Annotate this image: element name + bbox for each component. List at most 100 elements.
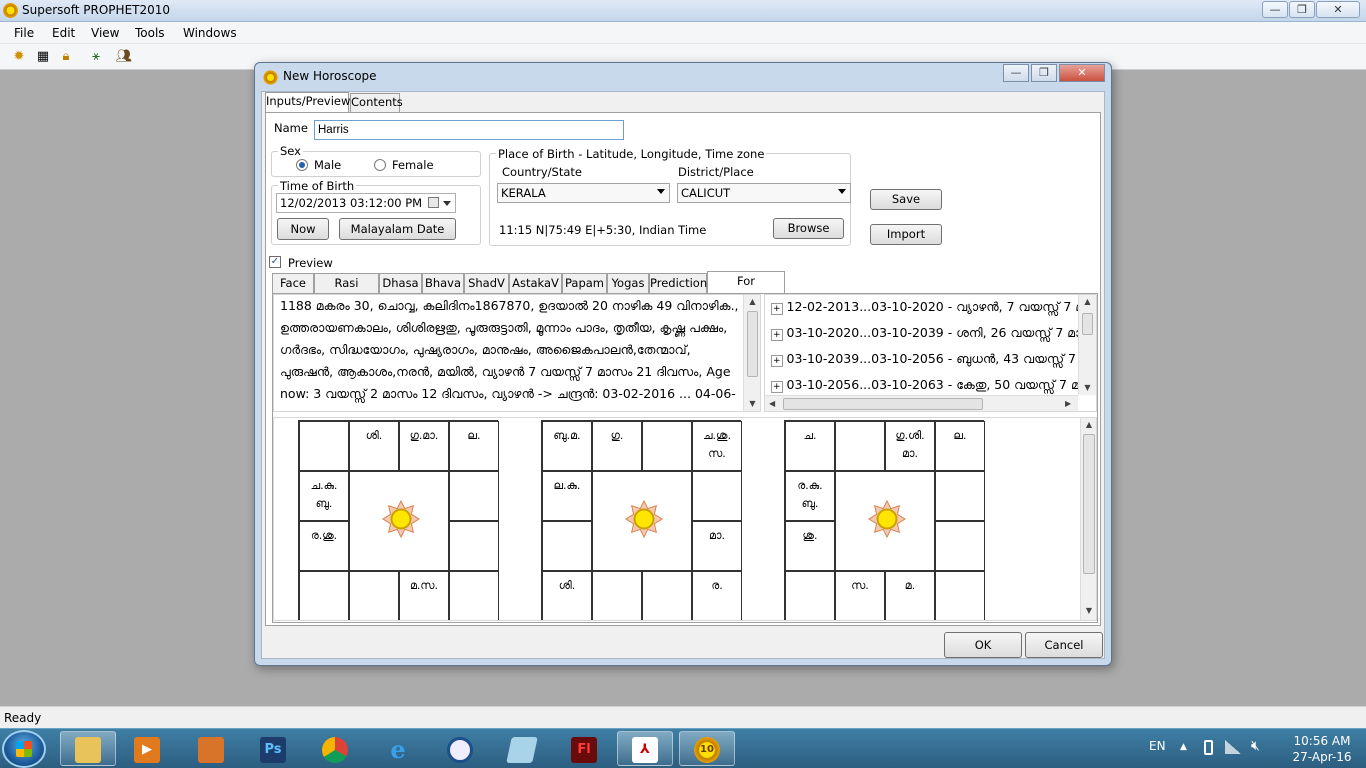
menu-view[interactable]: View xyxy=(91,26,119,40)
import-button[interactable]: Import xyxy=(870,224,942,245)
menu-tools[interactable]: Tools xyxy=(135,26,165,40)
scroll-thumb[interactable] xyxy=(783,398,983,410)
tab-bhava[interactable]: Bhava xyxy=(422,273,464,293)
statusbar: Ready xyxy=(0,706,1366,728)
tab-shadv[interactable]: ShadV xyxy=(464,273,509,293)
users-icon[interactable]: 👥︎ xyxy=(115,48,133,66)
tree-item[interactable]: +03-10-2020...03-10-2039 - ശനി, 26 വയസ്സ… xyxy=(771,321,1096,347)
chevron-down-icon[interactable] xyxy=(443,201,451,206)
ok-button[interactable]: OK xyxy=(944,632,1022,658)
scroll-right-icon[interactable]: ▶ xyxy=(1065,399,1071,408)
taskbar-stopwatch[interactable] xyxy=(432,731,488,766)
preview-tabbar: Face Rasi Charts Dhasa Bhava ShadV Astak… xyxy=(272,271,1098,308)
male-radio[interactable] xyxy=(296,159,308,171)
details-scrollbar[interactable]: ▲ ▼ xyxy=(743,295,760,411)
chart-house-r1c3 xyxy=(449,471,499,521)
charts-scrollbar[interactable]: ▲ ▼ xyxy=(1080,418,1096,620)
dialog-close-button[interactable]: ✕ xyxy=(1059,64,1105,82)
compass-icon[interactable]: ⚹ xyxy=(87,48,105,66)
taskbar-image-viewer[interactable] xyxy=(183,731,239,766)
tab-astakav[interactable]: AstakaV xyxy=(509,273,562,293)
name-label: Name xyxy=(274,121,308,135)
menu-windows[interactable]: Windows xyxy=(183,26,237,40)
birth-datetime-picker[interactable]: 12/02/2013 03:12:00 PM xyxy=(276,193,456,213)
tab-rasi-charts[interactable]: Rasi Charts xyxy=(314,273,379,308)
taskbar-clock[interactable]: 10:56 AM 27-Apr-16 xyxy=(1282,733,1362,765)
name-input[interactable] xyxy=(314,120,624,140)
dasa-hscroll[interactable]: ◀ ▶ xyxy=(765,395,1078,411)
dasa-tree[interactable]: +12-02-2013...03-10-2020 - വ്യാഴൻ, 7 വയസ… xyxy=(764,294,1097,412)
battery-icon[interactable] xyxy=(1204,740,1213,755)
scroll-up-icon[interactable]: ▲ xyxy=(1081,420,1096,429)
grid-icon[interactable]: ▦ xyxy=(34,48,52,66)
chart-house-r3c3 xyxy=(449,571,499,620)
tab-yogas[interactable]: Yogas xyxy=(607,273,649,293)
tab-papam[interactable]: Papam xyxy=(562,273,607,293)
district-select[interactable]: CALICUT xyxy=(677,183,851,203)
taskbar-prophet[interactable]: 10 xyxy=(679,731,735,766)
taskbar-flash[interactable]: Fl xyxy=(556,731,612,766)
tree-item[interactable]: +12-02-2013...03-10-2020 - വ്യാഴൻ, 7 വയസ… xyxy=(771,295,1096,321)
tab-prediction[interactable]: Prediction xyxy=(649,273,707,293)
menu-edit[interactable]: Edit xyxy=(52,26,75,40)
tab-contents[interactable]: Contents xyxy=(350,93,403,112)
chart-house-r0c2: ഗു.ശി. മാ. xyxy=(885,421,935,471)
scroll-down-icon[interactable]: ▼ xyxy=(1079,383,1096,392)
dialog-minimize-button[interactable]: — xyxy=(1003,64,1029,82)
malayalam-date-button[interactable]: Malayalam Date xyxy=(339,218,456,240)
scroll-left-icon[interactable]: ◀ xyxy=(769,399,775,408)
tree-item[interactable]: +03-10-2039...03-10-2056 - ബുധൻ, 43 വയസ്… xyxy=(771,347,1096,373)
start-button[interactable] xyxy=(2,730,46,768)
network-icon[interactable] xyxy=(1225,740,1241,754)
taskbar-notebook[interactable] xyxy=(494,731,550,766)
notebook-icon xyxy=(506,737,538,763)
dialog-maximize-button[interactable]: ❐ xyxy=(1031,64,1057,82)
taskbar-internet-explorer[interactable]: e xyxy=(370,731,426,766)
taskbar-media-player[interactable]: ▶ xyxy=(119,731,175,766)
preview-checkbox[interactable]: ✓ xyxy=(269,256,281,268)
prophet-icon: 10 xyxy=(694,737,720,763)
scroll-up-icon[interactable]: ▲ xyxy=(744,297,760,306)
expand-icon[interactable]: + xyxy=(771,355,783,367)
scroll-thumb[interactable] xyxy=(1083,434,1095,574)
folder-icon xyxy=(75,737,101,763)
browse-button[interactable]: Browse xyxy=(773,218,844,239)
tab-for-astrologer[interactable]: For Astrologer xyxy=(707,271,785,306)
save-button[interactable]: Save xyxy=(870,189,942,210)
scroll-down-icon[interactable]: ▼ xyxy=(1081,606,1096,615)
taskbar-chrome[interactable] xyxy=(307,731,363,766)
expand-icon[interactable]: + xyxy=(771,329,783,341)
taskbar-acrobat[interactable]: ⅄ xyxy=(617,731,673,766)
expand-icon[interactable]: + xyxy=(771,381,783,393)
rasi-chart: ച. ഗു.ശി. മാ. ല. ര.കു. ബു. ശു. സ. മ. xyxy=(784,420,985,620)
language-indicator[interactable]: EN xyxy=(1149,739,1166,753)
scroll-down-icon[interactable]: ▼ xyxy=(744,399,760,408)
female-radio[interactable] xyxy=(374,159,386,171)
calendar-icon[interactable] xyxy=(428,197,439,208)
country-select[interactable]: KERALA xyxy=(497,183,670,203)
astrologer-details-text[interactable]: 1188 മകരം 30, ചൊവ്വ, കലിദിനം1867870, ഉദയ… xyxy=(273,294,761,412)
dialog-body: Inputs/Preview Contents Name Sex Male Fe… xyxy=(261,91,1105,659)
scroll-thumb[interactable] xyxy=(1082,313,1093,335)
close-button[interactable]: ✕ xyxy=(1316,1,1360,18)
chart-center xyxy=(592,471,692,571)
cancel-button[interactable]: Cancel xyxy=(1025,632,1103,658)
taskbar-photoshop[interactable]: Ps xyxy=(245,731,301,766)
tab-face[interactable]: Face xyxy=(272,273,314,293)
new-horoscope-icon[interactable]: ✹ xyxy=(10,48,28,66)
volume-muted-icon[interactable]: 🔇︎ xyxy=(1251,738,1260,754)
now-button[interactable]: Now xyxy=(277,218,329,240)
expand-icon[interactable]: + xyxy=(771,303,783,315)
menu-file[interactable]: File xyxy=(14,26,34,40)
chart-house-r0c3: ല. xyxy=(449,421,499,471)
dasa-vscroll[interactable]: ▲ ▼ xyxy=(1078,295,1096,395)
minimize-button[interactable]: — xyxy=(1262,1,1288,18)
maximize-button[interactable]: ❐ xyxy=(1289,1,1315,18)
taskbar-file-explorer[interactable] xyxy=(60,731,116,766)
tab-dhasa[interactable]: Dhasa xyxy=(379,273,422,293)
tab-inputs-preview[interactable]: Inputs/Preview xyxy=(265,92,350,113)
lock-icon[interactable]: 🔒︎ xyxy=(57,48,75,66)
scroll-thumb[interactable] xyxy=(747,311,758,377)
show-hidden-icons-icon[interactable]: ▲ xyxy=(1180,742,1187,752)
scroll-up-icon[interactable]: ▲ xyxy=(1079,297,1096,306)
